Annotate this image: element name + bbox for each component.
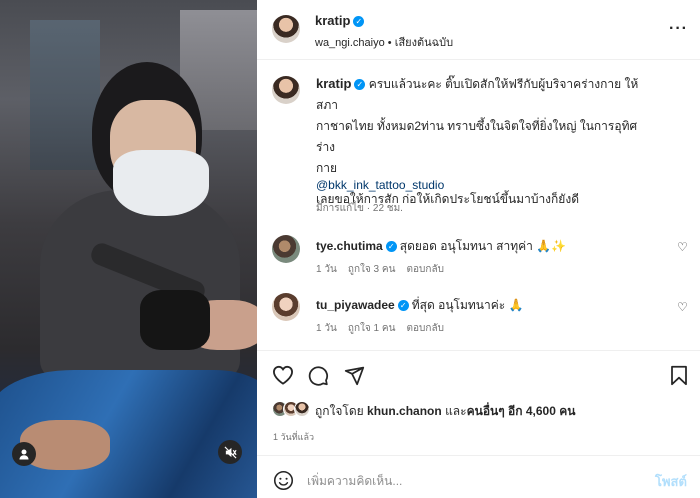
actions-divider bbox=[257, 350, 700, 351]
share-button[interactable] bbox=[341, 362, 367, 388]
comment-text: ที่สุด อนุโมทนาค่ะ 🙏 bbox=[411, 298, 524, 312]
comment-age: 1 วัน bbox=[316, 264, 337, 275]
author-avatar[interactable] bbox=[272, 15, 300, 43]
emoji-icon bbox=[273, 470, 293, 490]
like-button[interactable] bbox=[270, 362, 296, 388]
post-time-ago[interactable]: 1 วันที่แล้ว bbox=[273, 430, 314, 444]
comment-like-heart-icon[interactable]: ♡ bbox=[677, 300, 688, 314]
post-caption: kratip ✓ ครบแล้วนะคะ ติ๊บเปิดสักให้ฟรีกับ… bbox=[316, 73, 646, 220]
caption-line-2: กาชาดไทย ทั้งหมด2ท่าน ทราบซึ้งในจิตใจที่… bbox=[316, 119, 638, 154]
caption-username[interactable]: kratip bbox=[316, 76, 351, 91]
comment-reply-button[interactable]: ตอบกลับ bbox=[407, 323, 444, 334]
comment-meta: 1 วัน ถูกใจ 1 คน ตอบกลับ bbox=[316, 321, 444, 336]
comment-item: tu_piyawadee ✓ ที่สุด อนุโมทนาค่ะ 🙏 bbox=[316, 296, 524, 315]
post-details-panel: kratip ✓ wa_ngi.chaiyo • เสียงต้นฉบับ ···… bbox=[257, 0, 700, 498]
share-icon bbox=[344, 366, 364, 385]
comment-meta: 1 วัน ถูกใจ 3 คน ตอบกลับ bbox=[316, 262, 444, 277]
caption-line-3: กาย bbox=[316, 161, 338, 175]
comment-reply-button[interactable]: ตอบกลับ bbox=[407, 264, 444, 275]
user-icon bbox=[19, 449, 29, 460]
comment-text: สุดยอด อนุโมทนา สาทุค่า 🙏✨ bbox=[399, 239, 567, 253]
face-mask bbox=[113, 150, 209, 216]
subtitle-audio[interactable]: เสียงต้นฉบับ bbox=[395, 37, 453, 49]
comment-username[interactable]: tu_piyawadee bbox=[316, 298, 395, 312]
edited-meta: มีการแก้ไข · 22 ชม. bbox=[316, 203, 403, 214]
verified-badge-icon: ✓ bbox=[353, 16, 365, 27]
comment-likes[interactable]: ถูกใจ 1 คน bbox=[348, 323, 396, 334]
add-comment-input[interactable]: เพิ่มความคิดเห็น... bbox=[307, 472, 402, 491]
heart-icon bbox=[272, 365, 294, 385]
comment-item: tye.chutima ✓ สุดยอด อนุโมทนา สาทุค่า 🙏✨ bbox=[316, 237, 566, 256]
save-button[interactable] bbox=[666, 362, 692, 388]
liked-by-others[interactable]: คนอื่นๆ อีก 4,600 คน bbox=[467, 404, 576, 418]
comment-age: 1 วัน bbox=[316, 323, 337, 334]
composer-divider bbox=[257, 455, 700, 456]
post-comment-button[interactable]: โพสต์ bbox=[655, 471, 687, 492]
comment-avatar[interactable] bbox=[272, 293, 300, 321]
mute-icon bbox=[224, 446, 237, 458]
background-wall bbox=[30, 20, 100, 170]
hand-holding-phone bbox=[20, 420, 110, 470]
post-header: kratip ✓ wa_ngi.chaiyo • เสียงต้นฉบับ ··· bbox=[257, 0, 700, 60]
tagged-users-button[interactable] bbox=[12, 442, 36, 466]
comment-like-heart-icon[interactable]: ♡ bbox=[677, 240, 688, 254]
liked-by-and: และ bbox=[445, 404, 467, 418]
bookmark-icon bbox=[671, 365, 687, 385]
artist-body bbox=[40, 190, 240, 380]
black-glove bbox=[140, 290, 210, 350]
comment-button[interactable] bbox=[305, 362, 331, 388]
verified-badge-icon: ✓ bbox=[397, 300, 409, 311]
author-username[interactable]: kratip bbox=[315, 13, 350, 28]
comment-username[interactable]: tye.chutima bbox=[316, 239, 383, 253]
post-subtitle: wa_ngi.chaiyo • เสียงต้นฉบับ bbox=[315, 33, 453, 51]
verified-badge-icon: ✓ bbox=[385, 241, 397, 252]
caption-author-avatar[interactable] bbox=[272, 76, 300, 104]
liked-by-prefix: ถูกใจโดย bbox=[315, 404, 364, 418]
emoji-button[interactable] bbox=[270, 467, 296, 493]
subtitle-separator: • bbox=[387, 37, 392, 49]
liked-by-user[interactable]: khun.chanon bbox=[367, 404, 442, 418]
caption-line-1: ครบแล้วนะคะ ติ๊บเปิดสักให้ฟรีกับผู้บริจา… bbox=[316, 77, 639, 112]
comment-likes[interactable]: ถูกใจ 3 คน bbox=[348, 264, 396, 275]
liker-avatar[interactable] bbox=[294, 401, 310, 417]
mute-button[interactable] bbox=[218, 440, 242, 464]
more-icon[interactable]: ··· bbox=[669, 20, 688, 38]
studio-tag-link[interactable]: @bkk_ink_tattoo_studio bbox=[316, 178, 444, 192]
post-media[interactable] bbox=[0, 0, 257, 498]
verified-badge-icon: ✓ bbox=[354, 79, 366, 90]
subtitle-account[interactable]: wa_ngi.chaiyo bbox=[315, 37, 385, 49]
comment-avatar[interactable] bbox=[272, 235, 300, 263]
likes-summary[interactable]: ถูกใจโดย khun.chanon และคนอื่นๆ อีก 4,60… bbox=[315, 402, 575, 421]
comment-icon bbox=[308, 365, 328, 386]
author-username-row[interactable]: kratip ✓ bbox=[315, 13, 365, 28]
